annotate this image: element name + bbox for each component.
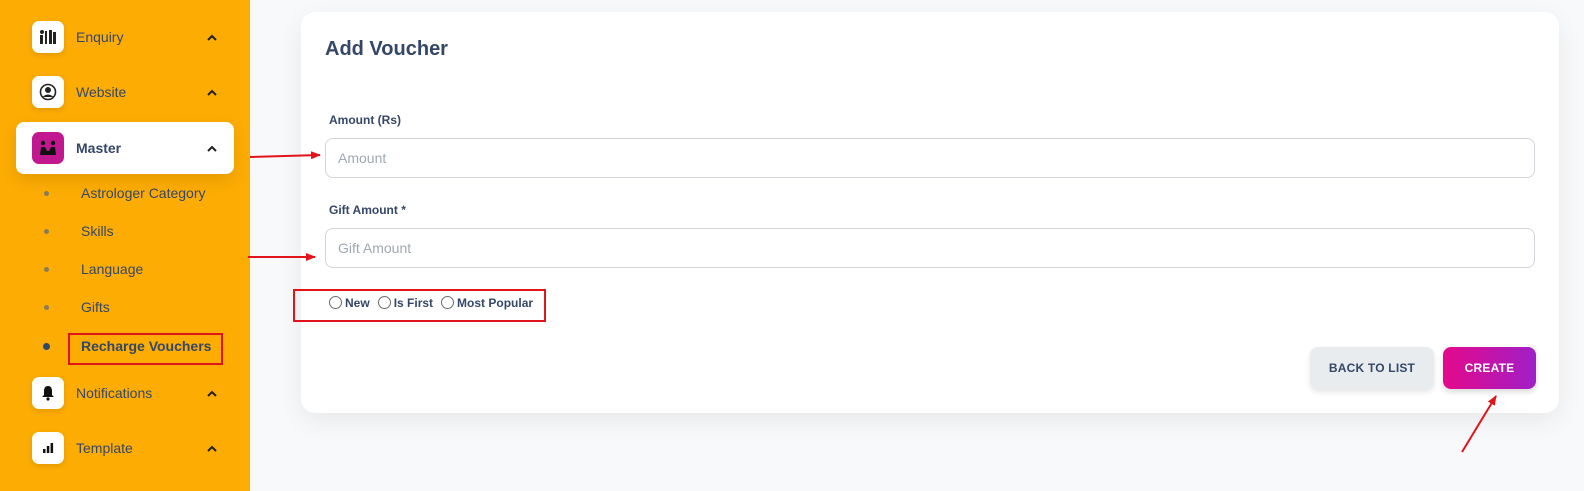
sidebar-subitem-label: Language xyxy=(81,261,144,277)
sidebar-item-label: Notifications xyxy=(76,385,153,401)
chevron-up-icon xyxy=(206,442,218,454)
sidebar-item-label: Master xyxy=(76,140,122,156)
sidebar-item-label: Template xyxy=(76,440,133,456)
bell-icon xyxy=(32,377,64,409)
chevron-up-icon xyxy=(206,142,218,154)
bullet-dot xyxy=(44,266,49,272)
amount-label: Amount (Rs) xyxy=(329,113,401,127)
page-title: Add Voucher xyxy=(325,38,448,60)
sidebar-item-label: Enquiry xyxy=(76,29,124,45)
sidebar-subitem-skills[interactable]: Skills xyxy=(40,216,114,246)
back-to-list-button[interactable]: BACK TO LIST xyxy=(1310,347,1434,389)
annotation-box-radios xyxy=(293,289,546,322)
gift-amount-input[interactable] xyxy=(325,228,1535,268)
annotation-box-recharge-vouchers xyxy=(68,333,223,365)
sidebar-subitem-label: Astrologer Category xyxy=(81,185,206,201)
chevron-up-icon xyxy=(206,31,218,43)
enquiry-icon xyxy=(32,21,64,53)
gift-amount-label: Gift Amount * xyxy=(329,203,406,217)
sidebar-subitem-recharge-vouchers[interactable]: Recharge Vouchers xyxy=(40,331,211,361)
add-voucher-card: Add Voucher Amount (Rs) Gift Amount * Ne… xyxy=(301,12,1559,413)
sidebar-item-master[interactable]: Master xyxy=(16,122,234,174)
chevron-up-icon xyxy=(206,86,218,98)
sidebar-item-website[interactable]: Website xyxy=(16,66,234,118)
bullet-dot xyxy=(44,304,49,310)
sidebar-item-enquiry[interactable]: Enquiry xyxy=(16,11,234,63)
sidebar: Enquiry Website Master Astrologer Catego… xyxy=(0,0,250,491)
sidebar-subitem-label: Gifts xyxy=(81,299,110,315)
sidebar-subitem-language[interactable]: Language xyxy=(40,254,143,284)
chevron-up-icon xyxy=(206,387,218,399)
sidebar-item-label: Website xyxy=(76,84,127,100)
sidebar-subitem-astrologer-category[interactable]: Astrologer Category xyxy=(40,178,206,208)
amount-input[interactable] xyxy=(325,138,1535,178)
sidebar-subitem-label: Skills xyxy=(81,223,114,239)
sidebar-item-notifications[interactable]: Notifications xyxy=(16,367,234,419)
bullet-dot xyxy=(44,228,49,234)
chart-icon xyxy=(32,432,64,464)
sidebar-subitem-gifts[interactable]: Gifts xyxy=(40,292,110,322)
bullet-dot xyxy=(43,342,50,350)
website-icon xyxy=(32,76,64,108)
master-icon xyxy=(32,132,64,164)
create-button[interactable]: CREATE xyxy=(1443,347,1536,389)
sidebar-item-template[interactable]: Template xyxy=(16,422,234,474)
bullet-dot xyxy=(44,190,49,196)
